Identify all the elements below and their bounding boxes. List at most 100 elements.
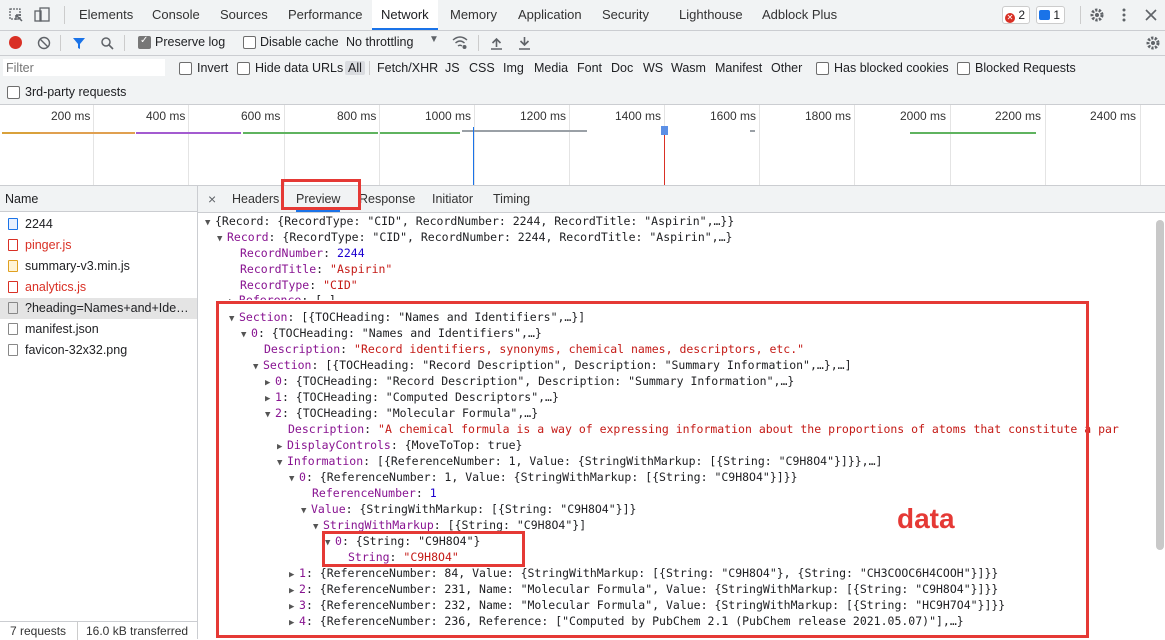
tree-node: String: "C9H8O4" (348, 550, 459, 564)
tree-node[interactable]: ▼ {Record: {RecordType: "CID", RecordNumb… (205, 213, 734, 229)
filter-type-font[interactable]: Font (577, 61, 602, 75)
tree-node[interactable]: ▼ Information: [{ReferenceNumber: 1, Valu… (277, 453, 882, 469)
error-badge[interactable]: ✕ 2 (1002, 6, 1031, 24)
script-icon (8, 281, 18, 293)
timeline-tick: 800 ms (337, 109, 377, 123)
tree-node[interactable]: ▼ 0: {String: "C9H8O4"} (325, 533, 480, 549)
timeline-tick: 200 ms (51, 109, 91, 123)
tree-node[interactable]: ▼ Record: {RecordType: "CID", RecordNumbe… (217, 229, 732, 245)
tab-adblock-plus[interactable]: Adblock Plus (762, 0, 837, 30)
more-options-icon[interactable] (1116, 7, 1132, 23)
request-row[interactable]: favicon-32x32.png (0, 340, 197, 361)
document-icon (8, 218, 18, 230)
has-blocked-cookies-label: Has blocked cookies (834, 61, 949, 75)
export-har-icon[interactable] (518, 36, 531, 50)
close-devtools-icon[interactable] (1143, 7, 1159, 23)
tab-timing[interactable]: Timing (493, 186, 530, 212)
tree-node[interactable]: ▶ 1: {ReferenceNumber: 84, Value: {String… (289, 565, 998, 581)
preview-scrollbar[interactable] (1156, 220, 1164, 550)
tab-lighthouse[interactable]: Lighthouse (679, 0, 743, 30)
invert-label: Invert (197, 61, 229, 75)
request-row[interactable]: 2244 (0, 214, 197, 235)
clear-icon[interactable] (37, 36, 51, 50)
timeline-tick: 1400 ms (615, 109, 662, 123)
error-icon: ✕ (1005, 13, 1015, 23)
filter-type-ws[interactable]: WS (643, 61, 663, 75)
third-party-requests-checkbox[interactable] (7, 86, 20, 99)
request-row[interactable]: analytics.js (0, 277, 197, 298)
tab-console[interactable]: Console (152, 0, 200, 30)
inspect-element-icon[interactable] (8, 7, 24, 23)
request-row[interactable]: pinger.js (0, 235, 197, 256)
settings-gear-icon[interactable] (1089, 7, 1105, 23)
tab-application[interactable]: Application (518, 0, 582, 30)
disable-cache-checkbox[interactable] (243, 36, 256, 49)
tree-node[interactable]: ▼ 0: {TOCHeading: "Names and Identifiers"… (241, 325, 542, 341)
timeline-tick: 1000 ms (425, 109, 472, 123)
filter-type-img[interactable]: Img (503, 61, 524, 75)
tree-node[interactable]: ▼ 2: {TOCHeading: "Molecular Formula",…} (265, 405, 538, 421)
filter-type-all[interactable]: All (345, 61, 365, 75)
script-icon (8, 239, 18, 251)
timeline-tick: 2000 ms (900, 109, 947, 123)
tab-memory[interactable]: Memory (450, 0, 497, 30)
message-badge[interactable]: 1 (1036, 6, 1066, 24)
request-row[interactable]: manifest.json (0, 319, 197, 340)
tree-node[interactable]: ▶ 0: {TOCHeading: "Record Description", D… (265, 373, 794, 389)
record-icon[interactable] (9, 36, 22, 49)
xhr-icon (8, 302, 18, 314)
tab-sources[interactable]: Sources (220, 0, 268, 30)
close-detail-icon[interactable]: × (208, 186, 216, 212)
request-row-selected[interactable]: ?heading=Names+and+Identifiers (0, 298, 197, 319)
filter-bar: Invert Hide data URLs All Fetch/XHR JS C… (0, 56, 1165, 105)
timeline-tick: 600 ms (241, 109, 281, 123)
tab-elements[interactable]: Elements (79, 0, 133, 30)
tree-node[interactable]: ▼ Value: {StringWithMarkup: [{String: "C9… (301, 501, 636, 517)
search-icon[interactable] (100, 36, 114, 50)
tree-node[interactable]: ▼ StringWithMarkup: [{String: "C9H8O4"}] (313, 517, 586, 533)
name-column-header[interactable]: Name (0, 186, 197, 212)
filter-type-fetch-xhr[interactable]: Fetch/XHR (377, 61, 438, 75)
invert-checkbox[interactable] (179, 62, 192, 75)
tree-node[interactable]: ▶ 1: {TOCHeading: "Computed Descriptors",… (265, 389, 559, 405)
tab-response[interactable]: Response (359, 186, 415, 212)
tree-node[interactable]: ▶ 3: {ReferenceNumber: 232, Name: "Molecu… (289, 597, 1005, 613)
filter-input[interactable] (3, 59, 165, 76)
tab-headers[interactable]: Headers (232, 186, 279, 212)
has-blocked-cookies-checkbox[interactable] (816, 62, 829, 75)
tab-preview[interactable]: Preview (296, 186, 341, 212)
tree-node[interactable]: ▼ 0: {ReferenceNumber: 1, Value: {StringW… (289, 469, 798, 485)
tab-network[interactable]: Network (372, 0, 438, 30)
preserve-log-checkbox[interactable] (138, 35, 151, 49)
filter-type-other[interactable]: Other (771, 61, 802, 75)
device-toolbar-icon[interactable] (34, 7, 50, 23)
filter-type-js[interactable]: JS (445, 61, 460, 75)
filter-type-css[interactable]: CSS (469, 61, 495, 75)
tab-performance[interactable]: Performance (288, 0, 362, 30)
blocked-requests-checkbox[interactable] (957, 62, 970, 75)
tree-node[interactable]: ▶ DisplayControls: {MoveToTop: true} (277, 437, 522, 453)
filter-type-media[interactable]: Media (534, 61, 568, 75)
import-har-icon[interactable] (490, 36, 503, 50)
third-party-requests-label: 3rd-party requests (25, 85, 127, 99)
tree-node[interactable]: ▼ Section: [{TOCHeading: "Record Descript… (253, 357, 852, 373)
detail-tabbar: × Headers Preview Response Initiator Tim… (198, 186, 1165, 213)
throttling-select[interactable]: No throttling (346, 35, 413, 49)
hide-data-urls-checkbox[interactable] (237, 62, 250, 75)
tree-node[interactable]: ▶ 4: {ReferenceNumber: 236, Reference: ["… (289, 613, 964, 629)
timeline-overview[interactable]: 200 ms 400 ms 600 ms 800 ms 1000 ms 1200… (0, 105, 1165, 186)
network-conditions-icon[interactable] (452, 35, 468, 50)
filter-type-wasm[interactable]: Wasm (671, 61, 706, 75)
network-settings-gear-icon[interactable] (1145, 35, 1161, 51)
filter-type-manifest[interactable]: Manifest (715, 61, 762, 75)
filter-type-doc[interactable]: Doc (611, 61, 633, 75)
tree-node[interactable]: ▶Reference: […] (229, 292, 336, 300)
tab-security[interactable]: Security (602, 0, 649, 30)
divider (369, 61, 370, 75)
timeline-tick: 1800 ms (805, 109, 852, 123)
request-row[interactable]: summary-v3.min.js (0, 256, 197, 277)
tree-node[interactable]: ▼ Section: [{TOCHeading: "Names and Ident… (229, 309, 585, 325)
filter-icon[interactable] (72, 36, 86, 50)
tab-initiator[interactable]: Initiator (432, 186, 473, 212)
tree-node[interactable]: ▶ 2: {ReferenceNumber: 231, Name: "Molecu… (289, 581, 998, 597)
